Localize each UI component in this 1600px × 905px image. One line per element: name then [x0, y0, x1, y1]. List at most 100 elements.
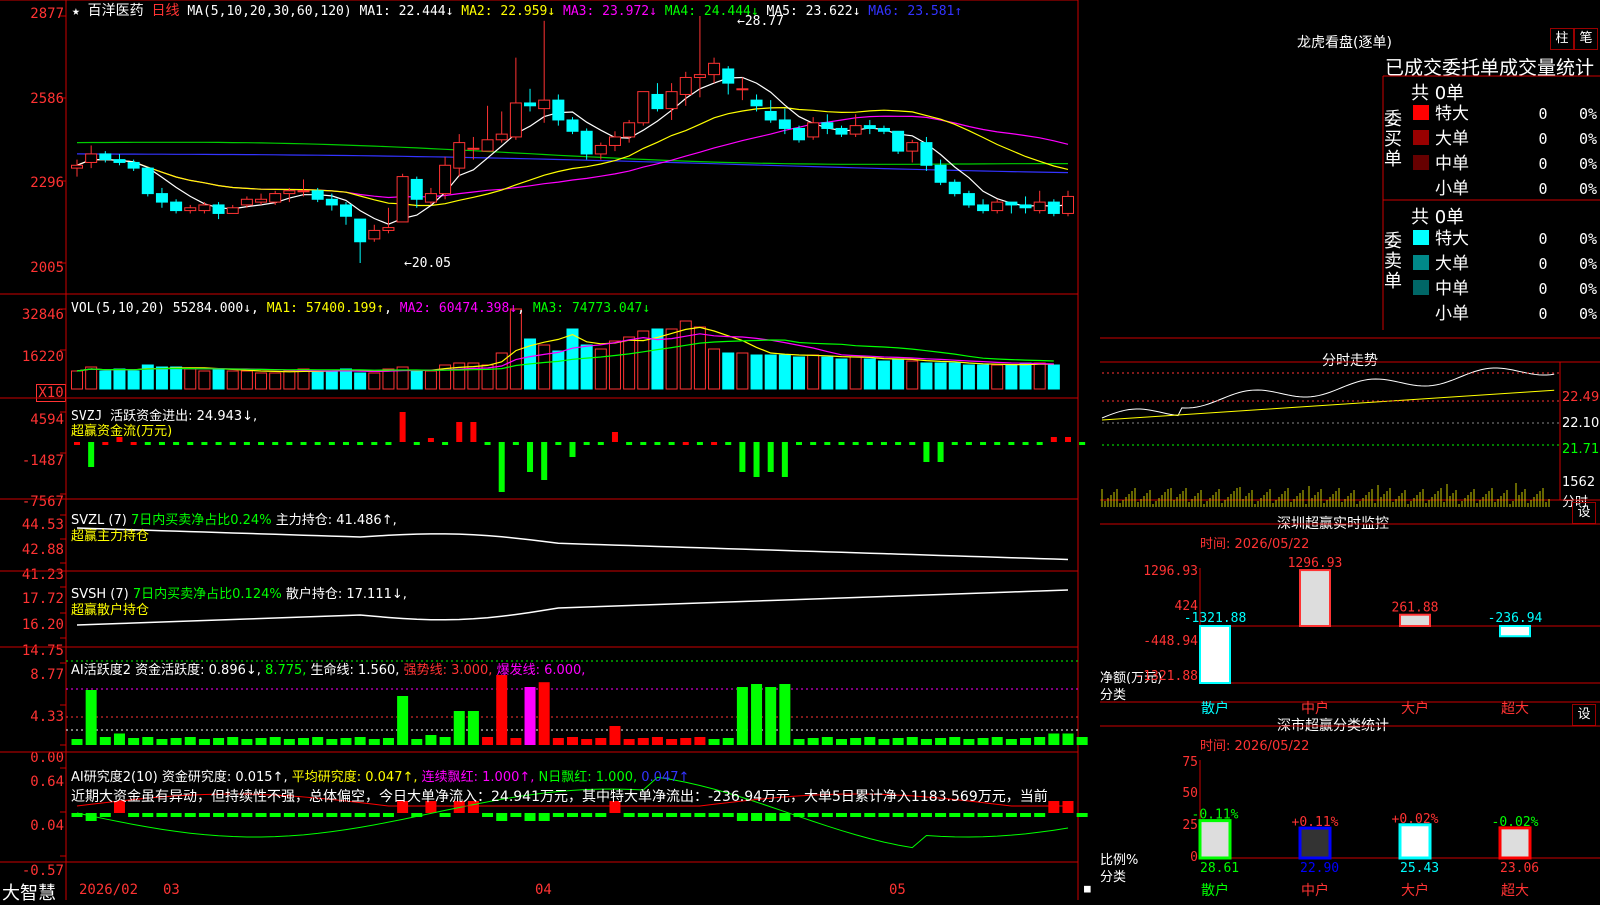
- svzj-bar: [555, 442, 562, 445]
- ai1-bar: [807, 738, 819, 745]
- lock-icon[interactable]: ■: [1084, 882, 1091, 895]
- candle-body: [71, 164, 83, 169]
- candle-body: [311, 190, 324, 200]
- ai1-bar: [595, 738, 607, 745]
- svzj-bar: [1050, 437, 1057, 442]
- ai2-bar: [170, 813, 182, 817]
- svzl-hold: 主力持仓: 41.486↑,: [275, 513, 397, 528]
- chart-canvas[interactable]: [0, 0, 1098, 900]
- candle-body: [892, 130, 905, 152]
- ai1-bar: [567, 737, 578, 745]
- vol-value: 55284.000↓: [172, 301, 252, 316]
- ai1-bar: [467, 711, 479, 745]
- ai2-bar: [496, 813, 508, 821]
- ai1-bar: [878, 739, 890, 745]
- ai2-bar: [1034, 813, 1046, 817]
- ai2-bar: [298, 813, 310, 817]
- svzj-bar: [810, 442, 817, 445]
- svzj-bar: [880, 442, 887, 445]
- volume-bar: [821, 356, 834, 390]
- ai2-bar: [708, 813, 720, 817]
- volume-bar: [736, 352, 749, 390]
- ai1-bar: [482, 737, 494, 745]
- volume-bar: [623, 336, 636, 390]
- intraday-title: 分时走势: [1322, 353, 1378, 369]
- candle-body: [382, 227, 395, 231]
- vol-ma2: MA2: 60474.398↓: [399, 301, 518, 316]
- volume-bar: [1047, 364, 1060, 390]
- ai1-bar: [651, 737, 663, 745]
- ai2-bar: [269, 813, 281, 817]
- ai2-bar: [552, 813, 564, 817]
- tick-view-button[interactable]: 笔: [1574, 28, 1598, 50]
- svzj-bar: [498, 442, 505, 492]
- monitor-title: 深圳超赢实时监控: [1277, 516, 1389, 532]
- ai1-bar: [340, 738, 352, 745]
- ai2-bar: [368, 813, 380, 817]
- candle-body: [736, 88, 749, 91]
- volume-bar: [793, 356, 806, 390]
- candle-body: [778, 119, 791, 129]
- bar-view-button[interactable]: 柱: [1550, 28, 1574, 50]
- main-chart-area[interactable]: 2877 2586 2296 2005 32846 16220 X10 4594…: [0, 0, 1098, 904]
- candle-body: [509, 102, 522, 138]
- period-label[interactable]: 日线: [151, 3, 179, 19]
- volume-bar: [1005, 364, 1018, 390]
- candle-body: [1062, 195, 1074, 214]
- stats-settings-button[interactable]: 设: [1572, 704, 1596, 726]
- svzj-bar: [328, 442, 335, 445]
- candle-body: [439, 164, 452, 195]
- volume-bar: [1033, 362, 1046, 390]
- candle-body: [948, 181, 961, 195]
- candle-body: [481, 139, 494, 152]
- candle-body: [155, 193, 168, 203]
- volume-bar: [354, 372, 367, 390]
- vol-title: VOL(5,10,20): [71, 301, 165, 316]
- ma-item: MA3: 23.972↓: [563, 4, 665, 19]
- candle-body: [240, 198, 253, 206]
- ai1-bar: [765, 687, 777, 745]
- candle-body: [849, 125, 862, 135]
- ai2-bar: [949, 813, 961, 817]
- ai1-bar: [609, 726, 621, 745]
- candle-body: [255, 198, 268, 203]
- favorite-star-icon[interactable]: ★: [72, 4, 80, 19]
- candle-body: [283, 190, 296, 195]
- svzj-bar: [796, 442, 803, 445]
- ai1-bar: [722, 738, 734, 745]
- candle-body: [212, 204, 225, 214]
- volume-bar: [948, 362, 961, 390]
- ma-item: MA6: 23.581↑: [868, 4, 963, 19]
- volume-bar: [255, 372, 268, 390]
- volume-bar: [750, 354, 763, 390]
- sell-side-label: 委卖单: [1384, 231, 1402, 292]
- volume-bar: [71, 370, 83, 390]
- volume-bar: [382, 368, 395, 390]
- intraday-price-low: 21.71: [1562, 442, 1600, 457]
- ai2-bar: [1020, 813, 1032, 817]
- candle-body: [127, 161, 140, 169]
- ai1-bar: [793, 739, 805, 745]
- candle-body: [722, 68, 735, 84]
- svzj-bar: [626, 442, 633, 445]
- brand-logo[interactable]: 大智慧: [2, 879, 56, 905]
- svzj-bar: [965, 442, 972, 445]
- ai1-strong: 强势线: 3.000,: [403, 663, 493, 678]
- ai2-bar: [666, 813, 678, 817]
- svzj-bar: [527, 442, 534, 472]
- ai2-tail: 0.047↑: [641, 770, 690, 785]
- volume-bar: [240, 370, 253, 390]
- svzl-subtitle: 超赢主力持仓: [71, 529, 150, 544]
- svzj-bar: [866, 442, 873, 445]
- ai1-title: AI活跃度2: [71, 663, 131, 678]
- candle-body: [991, 201, 1004, 212]
- svzj-bar: [229, 442, 236, 445]
- monitor-settings-button[interactable]: 设: [1572, 502, 1596, 524]
- ai1-bar: [708, 739, 720, 745]
- ai1-bar: [269, 737, 281, 745]
- volume-bar: [184, 368, 197, 390]
- volume-bar: [608, 340, 621, 390]
- candle-body: [962, 193, 975, 206]
- ai2-bar: [184, 813, 196, 817]
- svzj-bar: [824, 442, 831, 445]
